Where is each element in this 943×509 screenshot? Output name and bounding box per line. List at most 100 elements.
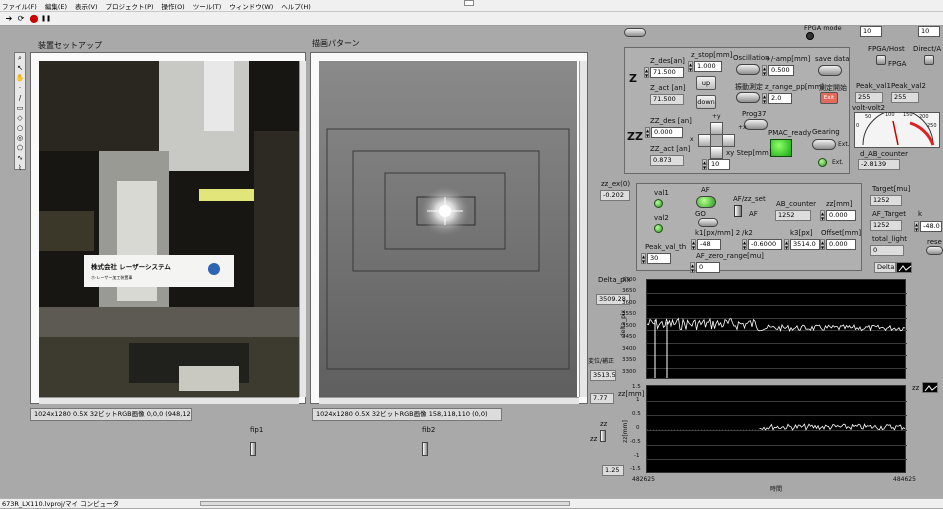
af-switch-label: AF — [749, 210, 758, 218]
xy-step-spinner[interactable]: ▲ ▼ — [702, 159, 707, 170]
z-des-input[interactable]: 71.500 — [650, 67, 684, 78]
z-range-spinner[interactable]: ▲ ▼ — [762, 93, 767, 104]
amp-input[interactable]: 0.500 — [768, 65, 794, 76]
val2-led — [654, 224, 663, 233]
af-zz-set-switch[interactable] — [734, 205, 742, 217]
k1-input[interactable]: -48 — [697, 239, 721, 250]
offset-input[interactable]: 0.000 — [826, 239, 856, 250]
jog-right-button[interactable] — [722, 134, 735, 147]
measure-exit-button[interactable]: Exit — [820, 92, 838, 104]
af-button[interactable] — [696, 196, 716, 208]
ellipse-tool-icon[interactable]: ○ — [15, 124, 25, 133]
rectangle-tool-icon[interactable]: ▭ — [15, 104, 25, 113]
direct-switch[interactable] — [924, 55, 934, 65]
line-tool-icon[interactable]: / — [15, 94, 25, 103]
prog-toggle[interactable] — [744, 119, 768, 130]
annulus-tool-icon[interactable]: ◎ — [15, 134, 25, 143]
ext-label-1: Ext. — [838, 141, 850, 148]
fib2-slider[interactable] — [422, 442, 428, 456]
z-range-input[interactable]: 2.0 — [768, 93, 792, 104]
k3-spinner[interactable]: ▲ ▼ — [784, 239, 789, 250]
right-image-vscroll[interactable] — [579, 61, 587, 397]
menu-file[interactable]: ファイル(F) — [2, 1, 37, 11]
gauge-tick-250: 250 — [927, 123, 937, 129]
zz-legend-swatch[interactable] — [922, 382, 938, 393]
run-continuous-icon[interactable]: ⟳ — [16, 14, 26, 24]
zz-mm-input[interactable]: 0.000 — [826, 210, 856, 221]
menu-help[interactable]: ヘルプ(H) — [281, 1, 310, 11]
peak-th-input[interactable]: 30 — [647, 253, 671, 264]
right-image-info: 1024x1280 0.5X 32ビットRGB画像 158,118,110 (0… — [312, 408, 502, 421]
top-toggle-switch[interactable] — [624, 28, 646, 37]
oscillation-toggle[interactable] — [736, 64, 760, 75]
right-image-hscroll[interactable] — [319, 397, 579, 404]
k2-label: /k2 — [742, 229, 753, 237]
pmac-ready-label: PMAC_ready — [768, 129, 812, 137]
fip1-slider[interactable] — [250, 442, 256, 456]
left-image-vscroll[interactable] — [299, 61, 306, 397]
zoom-icon[interactable]: ⌕ — [15, 54, 25, 63]
z-stop-input[interactable]: 1.000 — [694, 61, 722, 72]
camera-image-setup — [39, 61, 299, 397]
polygon-tool-icon[interactable]: ⬠ — [15, 144, 25, 153]
top-value-2[interactable]: 10 — [918, 26, 940, 37]
zz-chart-slider[interactable] — [600, 430, 606, 442]
pan-icon[interactable]: ✋ — [15, 74, 25, 83]
zz-des-input[interactable]: 0.000 — [651, 127, 683, 138]
pointer-icon[interactable]: ↖ — [15, 64, 25, 73]
xy-step-input[interactable]: 10 — [708, 159, 730, 170]
pause-icon[interactable]: ❚❚ — [41, 14, 51, 24]
run-arrow-icon[interactable]: ➔ — [4, 14, 14, 24]
k2-input[interactable]: -0.6000 — [748, 239, 782, 250]
zz-trace — [759, 423, 906, 431]
left-image-hscroll[interactable] — [39, 397, 299, 404]
menu-project[interactable]: プロジェクト(P) — [106, 1, 154, 11]
fpga-host-switch[interactable] — [876, 55, 886, 65]
z-up-button[interactable]: up — [696, 76, 716, 90]
k-label: k — [918, 210, 923, 218]
rese-toggle[interactable] — [926, 246, 943, 255]
zz-mm-spinner[interactable]: ▲ ▼ — [820, 210, 825, 221]
af-zero-spinner[interactable]: ▲ ▼ — [690, 262, 695, 273]
k-spinner[interactable]: ▲ ▼ — [914, 221, 919, 232]
z-stop-label: z_stop[mm] — [691, 51, 733, 59]
menu-scroll-handle[interactable] — [464, 0, 474, 6]
amp-spinner[interactable]: ▲ ▼ — [762, 65, 767, 76]
sign-company-name: 株式会社 レーザーシステム — [91, 263, 171, 271]
af-zero-input[interactable]: 0 — [696, 262, 720, 273]
gearing-toggle[interactable] — [812, 139, 836, 150]
delta-ytick-8: 3300 — [622, 369, 636, 375]
abort-icon[interactable]: ⬤ — [29, 14, 39, 24]
freehand-tool-icon[interactable]: ∿ — [15, 154, 25, 163]
polyline-tool-icon[interactable]: ⌇ — [15, 164, 25, 173]
z-stop-spinner[interactable]: ▲ ▼ — [688, 61, 693, 72]
offset-spinner[interactable]: ▲ ▼ — [820, 239, 825, 250]
horizontal-scrollbar[interactable] — [200, 501, 570, 506]
menu-window[interactable]: ウィンドウ(W) — [229, 1, 273, 11]
zz-des-spinner[interactable]: ▲ ▼ — [645, 127, 650, 138]
go-button[interactable] — [698, 218, 718, 227]
peak-th-spinner[interactable]: ▲ ▼ — [641, 253, 646, 264]
menu-view[interactable]: 表示(V) — [75, 1, 98, 11]
save-data-toggle[interactable] — [818, 65, 842, 76]
point-tool-icon[interactable]: · — [15, 84, 25, 93]
k3-input[interactable]: 3514.0 — [790, 239, 820, 250]
jog-down-button[interactable] — [710, 146, 723, 159]
k1-spinner[interactable]: ▲ ▼ — [691, 239, 696, 250]
zz-xmax-label: 484625 — [893, 476, 916, 483]
top-value-1[interactable]: 10 — [860, 26, 882, 37]
d-ab-counter-value: -2.8139 — [858, 159, 900, 170]
menu-edit[interactable]: 編集(E) — [45, 1, 67, 11]
repeat-measure-toggle[interactable] — [736, 92, 760, 103]
k-input[interactable]: -48.0 — [920, 221, 942, 232]
rotated-rect-icon[interactable]: ◇ — [15, 114, 25, 123]
z-des-spinner[interactable]: ▲ ▼ — [644, 67, 649, 78]
val1-label: val1 — [654, 189, 669, 197]
zz-ex-label: zz_ex(0) — [601, 180, 631, 188]
z-down-button[interactable]: down — [696, 95, 716, 109]
k2-spinner[interactable]: ▲ ▼ — [742, 239, 747, 250]
menu-tools[interactable]: ツール(T) — [193, 1, 222, 11]
direct-label: Direct/A — [913, 45, 942, 53]
delta-legend-swatch[interactable] — [896, 262, 912, 273]
menu-operate[interactable]: 操作(O) — [162, 1, 185, 11]
